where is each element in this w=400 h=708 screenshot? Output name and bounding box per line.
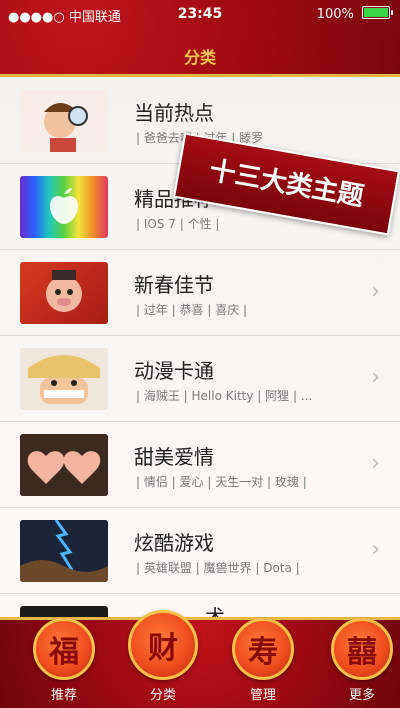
art-thumb: [20, 606, 108, 617]
chevron-right-icon: ›: [371, 537, 380, 562]
row-tags: | IOS 7 | 个性 |: [136, 217, 220, 231]
row-title: 当前热点: [134, 101, 214, 125]
row-title: 甜美爱情: [134, 445, 214, 469]
row-title: 炫酷游戏: [134, 531, 214, 555]
rainbow-apple-thumb: [20, 176, 108, 238]
list-item[interactable]: 甜美爱情 | 情侣 | 爱心 | 天生一对 | 玫瑰 | ›: [0, 421, 400, 508]
row-tags: | 情侣 | 爱心 | 天生一对 | 玫瑰 |: [136, 475, 307, 489]
row-tags: | 过年 | 恭喜 | 喜庆 |: [136, 303, 248, 317]
anime-face-thumb: [20, 348, 108, 410]
battery-indicator: 100%: [316, 6, 393, 22]
list-item[interactable]: 动漫卡通 | 海贼王 | Hello Kitty | 阿狸 | ... ›: [0, 335, 400, 422]
tab-recommend[interactable]: 福 推荐: [24, 618, 104, 708]
row-tags: | 海贼王 | Hello Kitty | 阿狸 | ...: [136, 389, 313, 403]
tab-manage[interactable]: 寿 管理: [223, 618, 303, 708]
tab-label: 推荐: [50, 688, 77, 703]
page-title: 分类: [183, 48, 216, 67]
battery-icon: [362, 6, 393, 19]
xi-medal-icon: 囍: [331, 618, 393, 680]
tab-more[interactable]: 囍 更多: [322, 618, 400, 708]
magnifier-boy-thumb: [20, 90, 108, 152]
chevron-right-icon: ›: [371, 365, 380, 390]
cai-medal-icon: 财: [128, 610, 198, 680]
tab-categories[interactable]: 财 分类: [123, 610, 203, 708]
heart-peaches-thumb: [20, 434, 108, 496]
tab-label: 分类: [149, 688, 176, 703]
lightning-game-thumb: [20, 520, 108, 582]
status-bar: ●●●●○ 中国联通 23:45 100%: [0, 4, 400, 26]
row-title: 新春佳节: [134, 273, 214, 297]
tab-label: 更多: [348, 688, 375, 703]
list-item[interactable]: 新春佳节 | 过年 | 恭喜 | 喜庆 | ›: [0, 249, 400, 336]
row-title: 动漫卡通: [134, 359, 214, 383]
top-header: ●●●●○ 中国联通 23:45 100% 分类: [0, 0, 400, 77]
battery-percent: 100%: [316, 7, 354, 22]
row-title: 术: [205, 605, 225, 617]
chevron-right-icon: ›: [371, 279, 380, 304]
new-year-pig-thumb: [20, 262, 108, 324]
row-tags: | 英雄联盟 | 魔兽世界 | Dota |: [136, 561, 300, 575]
list-item[interactable]: 炫酷游戏 | 英雄联盟 | 魔兽世界 | Dota | ›: [0, 507, 400, 594]
chevron-right-icon: ›: [371, 451, 380, 476]
shou-medal-icon: 寿: [232, 618, 294, 680]
list-item[interactable]: 术: [0, 593, 400, 617]
category-list[interactable]: 当前热点 | 爸爸去哪 | 过年 | 滕罗 精品推荐 | IOS 7 | 个性 …: [0, 77, 400, 617]
tab-bar: 福 推荐 财 分类 寿 管理 囍 更多: [0, 610, 400, 708]
battery-fill: [364, 8, 388, 17]
tab-label: 管理: [249, 688, 276, 703]
fu-medal-icon: 福: [33, 618, 95, 680]
